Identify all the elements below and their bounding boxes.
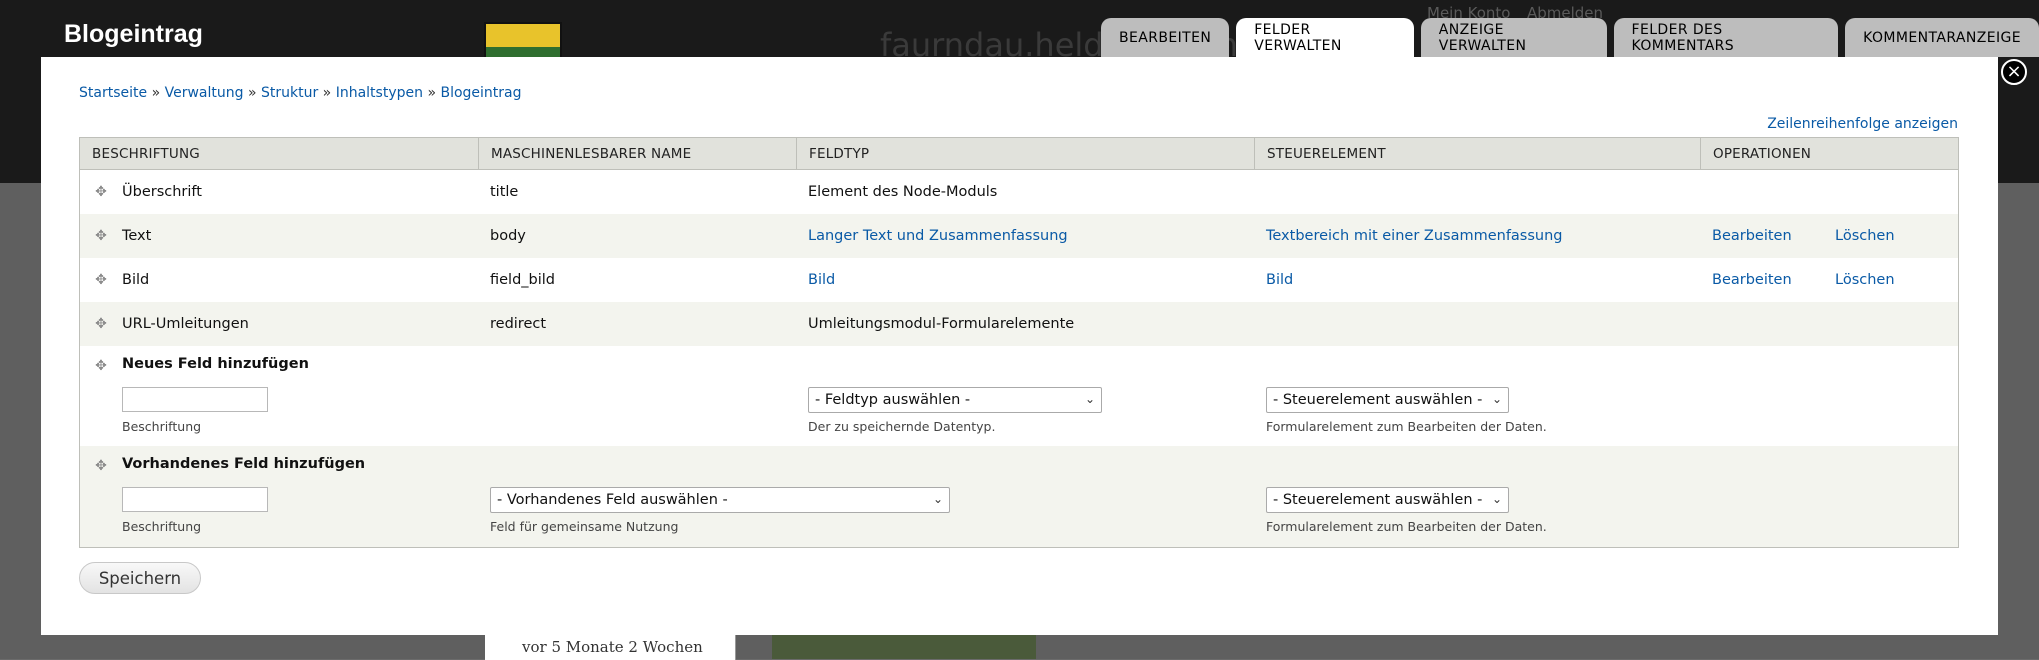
field-type: Umleitungsmodul-Formularelemente: [808, 316, 1075, 332]
field-widget-link[interactable]: Bild: [1266, 272, 1293, 288]
drag-handle-icon[interactable]: ✥: [94, 273, 108, 287]
field-machine-name: redirect: [490, 316, 547, 332]
field-widget: [1254, 302, 1700, 346]
chevron-down-icon: ⌄: [1491, 392, 1502, 406]
table-row: ✥ Bild field_bild Bild Bild Bearbeiten L…: [80, 258, 1958, 302]
field-operations: Bearbeiten Löschen: [1700, 214, 1958, 258]
field-label: Bild: [122, 272, 150, 288]
header-field-type: FELDTYP: [796, 138, 1254, 169]
overlay-panel: Startseite » Verwaltung » Struktur » Inh…: [41, 57, 1998, 635]
new-field-row: ✥ Neues Feld hinzufügen Beschriftung - F…: [80, 346, 1958, 446]
breadcrumb-content-types[interactable]: Inhaltstypen: [336, 85, 423, 101]
chevron-down-icon: ⌄: [932, 492, 943, 506]
tab-bar: BEARBEITEN FELDER VERWALTEN ANZEIGE VERW…: [1101, 18, 2039, 58]
breadcrumb-separator: »: [151, 85, 161, 101]
breadcrumb: Startseite » Verwaltung » Struktur » Inh…: [79, 85, 522, 101]
field-widget: [1254, 170, 1700, 214]
tab-manage-display[interactable]: ANZEIGE VERWALTEN: [1420, 18, 1607, 57]
field-machine-name: title: [490, 184, 519, 200]
close-icon[interactable]: ×: [2001, 59, 2027, 85]
existing-field-widget-select[interactable]: - Steuerelement auswählen - ⌄: [1266, 487, 1509, 513]
new-field-widget-select[interactable]: - Steuerelement auswählen - ⌄: [1266, 387, 1509, 413]
existing-field-widget-desc: Formularelement zum Bearbeiten der Daten…: [1266, 519, 1547, 534]
tab-manage-fields[interactable]: FELDER VERWALTEN: [1236, 18, 1414, 58]
existing-field-desc: Feld für gemeinsame Nutzung: [490, 519, 679, 534]
new-field-type-desc: Der zu speichernde Datentyp.: [808, 419, 996, 434]
breadcrumb-separator: »: [247, 85, 257, 101]
drag-handle-icon[interactable]: ✥: [94, 229, 108, 243]
breadcrumb-admin[interactable]: Verwaltung: [165, 85, 244, 101]
new-field-widget-value: - Steuerelement auswählen -: [1273, 392, 1483, 408]
table-row: ✥ Text body Langer Text und Zusammenfass…: [80, 214, 1958, 258]
table-row: ✥ Überschrift title Element des Node-Mod…: [80, 170, 1958, 214]
breadcrumb-structure[interactable]: Struktur: [261, 85, 318, 101]
table-row: ✥ URL-Umleitungen redirect Umleitungsmod…: [80, 302, 1958, 346]
field-type-link[interactable]: Bild: [808, 272, 835, 288]
existing-field-label-desc: Beschriftung: [122, 519, 202, 534]
new-field-widget-desc: Formularelement zum Bearbeiten der Daten…: [1266, 419, 1547, 434]
new-field-type-value: - Feldtyp auswählen -: [815, 392, 971, 408]
field-widget-link[interactable]: Textbereich mit einer Zusammenfassung: [1266, 228, 1563, 244]
existing-field-value: - Vorhandenes Feld auswählen -: [497, 492, 728, 508]
field-operations: [1700, 302, 1958, 346]
field-type-link[interactable]: Langer Text und Zusammenfassung: [808, 228, 1068, 244]
drag-handle-icon[interactable]: ✥: [94, 185, 108, 199]
delete-link[interactable]: Löschen: [1835, 272, 1958, 288]
drag-handle-icon[interactable]: ✥: [94, 317, 108, 331]
table-header: BESCHRIFTUNG MASCHINENLESBARER NAME FELD…: [80, 138, 1958, 170]
existing-field-select[interactable]: - Vorhandenes Feld auswählen - ⌄: [490, 487, 950, 513]
field-label: Text: [122, 228, 152, 244]
edit-link[interactable]: Bearbeiten: [1712, 272, 1835, 288]
sidebar-date: vor 5 Monate 2 Wochen: [522, 638, 703, 656]
existing-field-title: Vorhandenes Feld hinzufügen: [122, 456, 366, 472]
field-machine-name: field_bild: [490, 272, 556, 288]
edit-link[interactable]: Bearbeiten: [1712, 228, 1835, 244]
tab-comment-display[interactable]: KOMMENTARANZEIGE: [1845, 18, 2039, 57]
breadcrumb-separator: »: [322, 85, 332, 101]
show-row-weights-link[interactable]: Zeilenreihenfolge anzeigen: [1767, 116, 1958, 132]
field-label: URL-Umleitungen: [122, 316, 249, 332]
field-operations: Bearbeiten Löschen: [1700, 258, 1958, 302]
save-button[interactable]: Speichern: [79, 562, 201, 594]
existing-field-widget-value: - Steuerelement auswählen -: [1273, 492, 1483, 508]
drag-handle-icon[interactable]: ✥: [94, 459, 108, 473]
new-field-title: Neues Feld hinzufügen: [122, 356, 309, 372]
fields-table: BESCHRIFTUNG MASCHINENLESBARER NAME FELD…: [79, 137, 1959, 548]
field-operations: [1700, 170, 1958, 214]
tab-comment-fields[interactable]: FELDER DES KOMMENTARS: [1613, 18, 1839, 57]
drag-handle-icon[interactable]: ✥: [94, 359, 108, 373]
overlay-title: Blogeintrag: [64, 20, 203, 48]
tab-edit[interactable]: BEARBEITEN: [1101, 18, 1230, 57]
field-type: Element des Node-Moduls: [808, 184, 998, 200]
site-image: [772, 634, 1036, 659]
existing-field-label-input[interactable]: [122, 487, 268, 512]
field-machine-name: body: [490, 228, 526, 244]
new-field-label-input[interactable]: [122, 387, 268, 412]
chevron-down-icon: ⌄: [1491, 492, 1502, 506]
breadcrumb-home[interactable]: Startseite: [79, 85, 147, 101]
new-field-type-select[interactable]: - Feldtyp auswählen - ⌄: [808, 387, 1102, 413]
header-machine-name: MASCHINENLESBARER NAME: [478, 138, 796, 169]
header-label: BESCHRIFTUNG: [92, 145, 200, 162]
breadcrumb-separator: »: [427, 85, 437, 101]
existing-field-row: ✥ Vorhandenes Feld hinzufügen Beschriftu…: [80, 446, 1958, 547]
breadcrumb-blog-entry[interactable]: Blogeintrag: [440, 85, 521, 101]
header-operations: OPERATIONEN: [1700, 138, 1958, 169]
header-widget: STEUERELEMENT: [1254, 138, 1700, 169]
field-label: Überschrift: [122, 184, 202, 200]
chevron-down-icon: ⌄: [1084, 392, 1095, 406]
new-field-label-desc: Beschriftung: [122, 419, 202, 434]
delete-link[interactable]: Löschen: [1835, 228, 1958, 244]
